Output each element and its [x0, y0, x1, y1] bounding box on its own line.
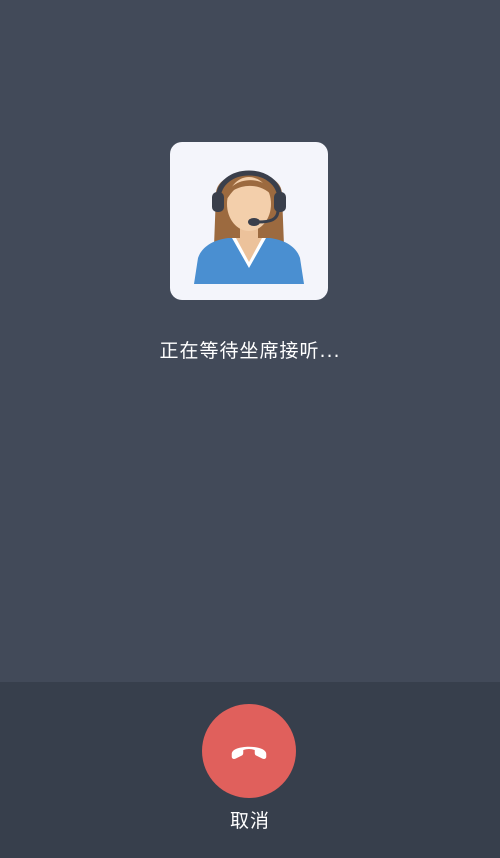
agent-avatar — [170, 142, 328, 300]
phone-hangup-icon — [231, 746, 267, 760]
cancel-label[interactable]: 取消 — [0, 806, 500, 833]
waiting-status-text: 正在等待坐席接听... — [159, 340, 341, 362]
call-waiting-screen: 正在等待坐席接听... 取消 — [0, 0, 500, 858]
customer-service-agent-icon — [194, 170, 304, 284]
call-controls-bar: 取消 — [0, 682, 500, 858]
hangup-button[interactable] — [202, 704, 296, 798]
